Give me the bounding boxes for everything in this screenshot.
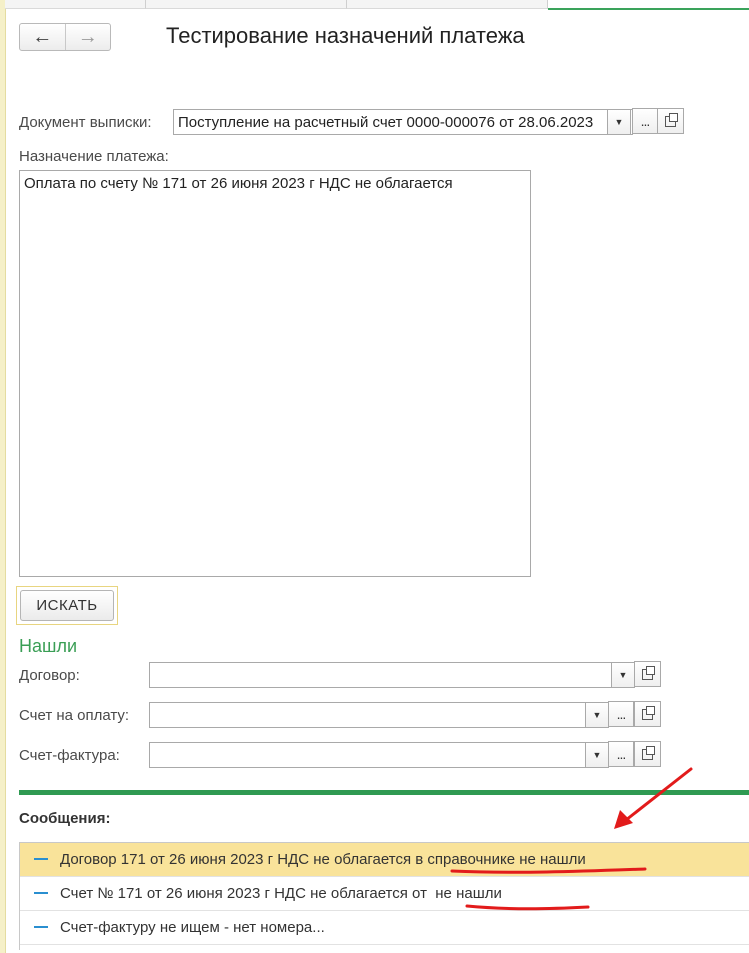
document-dropdown-button[interactable]: ▼ xyxy=(607,109,631,135)
contract-field[interactable]: ▼ xyxy=(149,662,635,688)
document-select-button[interactable]: ... xyxy=(632,108,658,134)
invoice-dropdown-button[interactable]: ▼ xyxy=(585,702,609,728)
message-text: Счет-фактуру не ищем - нет номера... xyxy=(60,919,325,936)
factura-open-button[interactable] xyxy=(634,741,661,767)
top-tab[interactable] xyxy=(146,0,347,9)
factura-label: Счет-фактура: xyxy=(19,747,120,764)
factura-field[interactable]: ▼ xyxy=(149,742,609,768)
top-tab-active[interactable] xyxy=(548,0,749,10)
messages-list: Договор 171 от 26 июня 2023 г НДС не обл… xyxy=(19,842,749,950)
message-item[interactable]: Счет-фактуру не ищем - нет номера... xyxy=(20,911,749,945)
top-tab[interactable] xyxy=(5,0,146,9)
top-tab[interactable] xyxy=(347,0,548,9)
open-form-icon xyxy=(665,112,678,127)
contract-open-button[interactable] xyxy=(634,661,661,687)
back-button[interactable]: ← xyxy=(20,24,66,50)
contract-dropdown-button[interactable]: ▼ xyxy=(611,662,635,688)
search-button[interactable]: ИСКАТЬ xyxy=(20,590,114,621)
triangle-down-icon: ▼ xyxy=(618,670,628,680)
invoice-label: Счет на оплату: xyxy=(19,707,130,724)
purpose-value: Оплата по счету № 171 от 26 июня 2023 г … xyxy=(24,175,453,192)
open-form-icon xyxy=(642,745,655,760)
invoice-select-button[interactable]: ... xyxy=(608,701,634,727)
minus-icon xyxy=(34,926,48,928)
message-text: Счет № 171 от 26 июня 2023 г НДС не обла… xyxy=(60,885,502,902)
invoice-field[interactable]: ▼ xyxy=(149,702,609,728)
minus-icon xyxy=(34,892,48,894)
document-label: Документ выписки: xyxy=(19,114,152,131)
minus-icon xyxy=(34,858,48,860)
document-field[interactable]: Поступление на расчетный счет 0000-00007… xyxy=(173,109,633,135)
left-panel-edge xyxy=(0,0,6,953)
arrow-right-icon: → xyxy=(77,26,98,48)
messages-divider xyxy=(19,790,749,795)
top-tab-strip xyxy=(5,0,749,10)
messages-title: Сообщения: xyxy=(19,810,111,827)
search-button-focus: ИСКАТЬ xyxy=(16,586,118,625)
triangle-down-icon: ▼ xyxy=(614,117,624,127)
triangle-down-icon: ▼ xyxy=(592,710,602,720)
message-item[interactable]: Договор 171 от 26 июня 2023 г НДС не обл… xyxy=(20,843,749,877)
message-item[interactable]: Счет № 171 от 26 июня 2023 г НДС не обла… xyxy=(20,877,749,911)
purpose-label: Назначение платежа: xyxy=(19,148,169,165)
annotation-arrow-head xyxy=(614,810,633,829)
document-value: Поступление на расчетный счет 0000-00007… xyxy=(178,114,594,131)
page-title: Тестирование назначений платежа xyxy=(166,23,525,48)
open-form-icon xyxy=(642,665,655,680)
factura-select-button[interactable]: ... xyxy=(608,741,634,767)
arrow-left-icon: ← xyxy=(32,26,53,48)
found-section-title: Нашли xyxy=(19,636,78,656)
contract-label: Договор: xyxy=(19,667,80,684)
message-text: Договор 171 от 26 июня 2023 г НДС не обл… xyxy=(60,851,586,868)
invoice-open-button[interactable] xyxy=(634,701,661,727)
purpose-textarea[interactable]: Оплата по счету № 171 от 26 июня 2023 г … xyxy=(19,170,531,577)
triangle-down-icon: ▼ xyxy=(592,750,602,760)
factura-dropdown-button[interactable]: ▼ xyxy=(585,742,609,768)
forward-button[interactable]: → xyxy=(66,24,111,50)
document-open-button[interactable] xyxy=(657,108,684,134)
navigation-buttons: ← → xyxy=(19,23,111,51)
open-form-icon xyxy=(642,705,655,720)
